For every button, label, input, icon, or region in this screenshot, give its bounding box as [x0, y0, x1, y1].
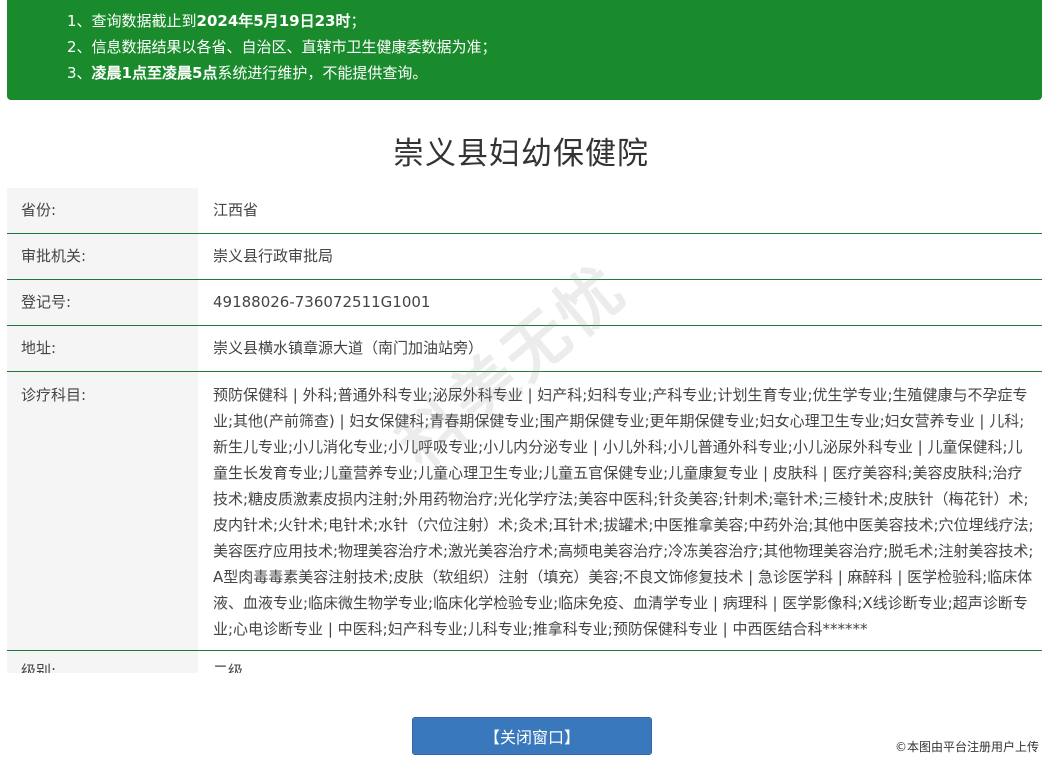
- page-title: 崇义县妇幼保健院: [393, 136, 649, 172]
- notice-maintenance-time: 凌晨1点至凌晨5点: [91, 64, 218, 82]
- reg-no-label: 登记号:: [7, 280, 198, 325]
- row-departments: 诊疗科目: 预防保健科 | 外科;普通外科专业;泌尿外科专业 | 妇产科;妇科专…: [7, 372, 1042, 651]
- province-label: 省份:: [7, 188, 198, 233]
- address-label: 地址:: [7, 326, 198, 371]
- info-table: 省份: 江西省 审批机关: 崇义县行政审批局 登记号: 49188026-736…: [7, 188, 1042, 673]
- copyright-note: ©本图由平台注册用户上传: [894, 740, 1039, 754]
- authority-value: 崇义县行政审批局: [213, 247, 334, 265]
- reg-no-value: 49188026-736072511G1001: [213, 293, 431, 311]
- close-window-button[interactable]: 【关闭窗口】: [412, 717, 652, 755]
- row-address: 地址: 崇义县横水镇章源大道（南门加油站旁）: [7, 326, 1042, 372]
- row-province: 省份: 江西省: [7, 188, 1042, 234]
- notice-banner: 1、查询数据截止到2024年5月19日23时； 2、信息数据结果以各省、自治区、…: [7, 0, 1042, 100]
- departments-label: 诊疗科目:: [7, 372, 198, 650]
- row-authority: 审批机关: 崇义县行政审批局: [7, 234, 1042, 280]
- notice-line-3: 3、凌晨1点至凌晨5点系统进行维护，不能提供查询。: [67, 64, 428, 82]
- departments-value: 预防保健科 | 外科;普通外科专业;泌尿外科专业 | 妇产科;妇科专业;产科专业…: [213, 386, 1034, 638]
- notice-cutoff-date: 2024年5月19日23时: [196, 12, 351, 30]
- notice-line-2: 2、信息数据结果以各省、自治区、直辖市卫生健康委数据为准；: [67, 38, 497, 56]
- row-reg-no: 登记号: 49188026-736072511G1001: [7, 280, 1042, 326]
- province-value: 江西省: [213, 201, 259, 219]
- level-value: 二级: [213, 662, 244, 673]
- level-label: 级别:: [7, 651, 198, 673]
- authority-label: 审批机关:: [7, 234, 198, 279]
- address-value: 崇义县横水镇章源大道（南门加油站旁）: [213, 339, 484, 357]
- row-level: 级别: 二级: [7, 651, 1042, 673]
- notice-line-1: 1、查询数据截止到2024年5月19日23时；: [67, 12, 366, 30]
